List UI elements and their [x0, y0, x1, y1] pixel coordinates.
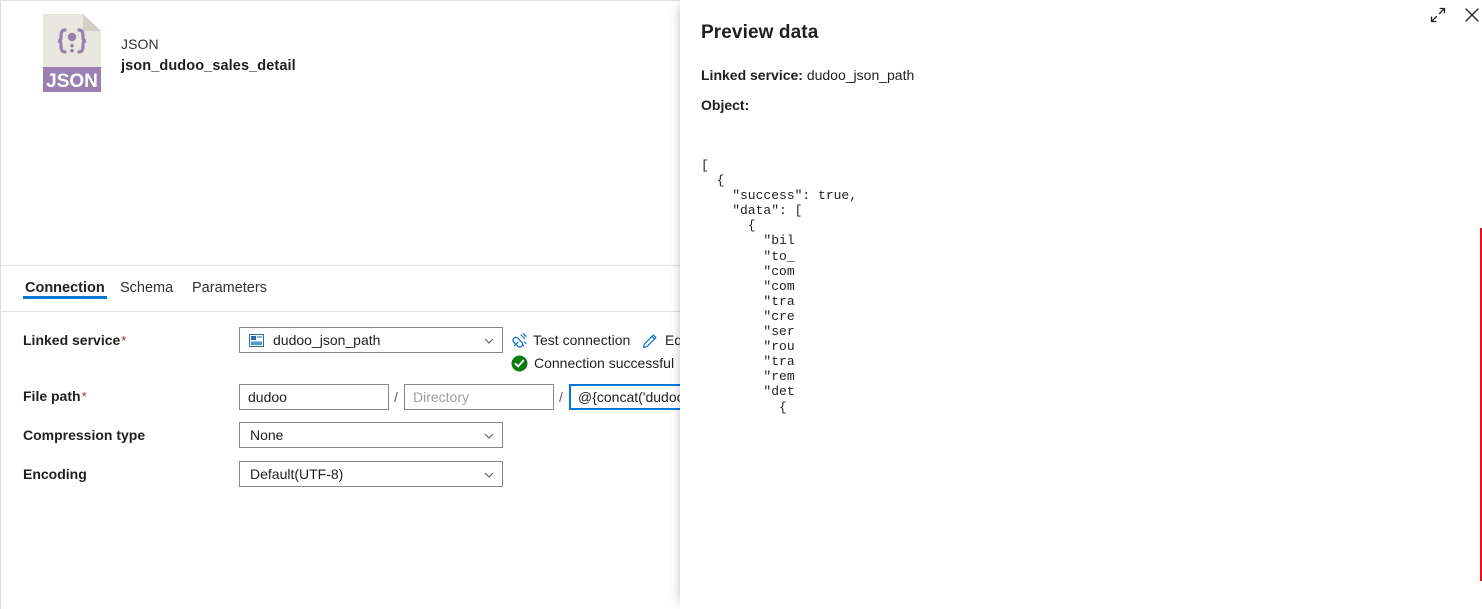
- tab-strip: Connection Schema Parameters: [1, 265, 680, 312]
- file-path-separator-2: /: [559, 389, 563, 405]
- test-connection-link[interactable]: Test connection: [533, 332, 630, 348]
- linked-service-label-text: Linked service: [23, 332, 121, 348]
- compression-type-dropdown[interactable]: None: [239, 422, 503, 448]
- file-path-container-input[interactable]: dudoo: [239, 384, 389, 410]
- file-path-label-text: File path: [23, 388, 81, 404]
- preview-object-row: Object:: [701, 97, 749, 113]
- expand-panel-button[interactable]: [1422, 0, 1454, 32]
- linked-service-value: dudoo_json_path: [273, 332, 381, 348]
- linked-service-label: Linked service*: [23, 332, 126, 348]
- connection-status-text: Connection successful: [534, 355, 675, 371]
- expand-diagonal-icon: [1430, 7, 1446, 23]
- file-path-directory-input[interactable]: Directory: [404, 384, 554, 410]
- file-path-required-marker: *: [81, 389, 87, 404]
- preview-data-panel: Preview data Linked service: dudoo_json_…: [680, 0, 1482, 609]
- dataset-header: JSON JSON json_dudoo_sales_detail: [1, 1, 680, 265]
- pencil-edit-icon: [642, 332, 659, 349]
- close-icon: [1465, 8, 1479, 22]
- dataset-name-title: json_dudoo_sales_detail: [121, 58, 296, 74]
- tab-parameters[interactable]: Parameters: [190, 266, 269, 312]
- encoding-label: Encoding: [23, 466, 87, 482]
- tab-schema[interactable]: Schema: [118, 266, 175, 312]
- page-title: Preview data: [701, 22, 819, 43]
- svg-text:JSON: JSON: [46, 71, 98, 92]
- json-preview-text: [ { "success": true, "data": [ { "bil "t…: [701, 158, 858, 415]
- preview-linked-service-row: Linked service: dudoo_json_path: [701, 67, 914, 83]
- linked-service-dropdown[interactable]: dudoo_json_path: [239, 327, 503, 353]
- green-check-circle-icon: [511, 355, 528, 372]
- plug-test-connection-icon: [511, 332, 528, 349]
- chevron-down-icon: [484, 470, 494, 480]
- file-path-label: File path*: [23, 388, 87, 404]
- compression-type-value: None: [250, 427, 284, 443]
- file-path-filename-input[interactable]: @{concat('dudoo_: [569, 384, 680, 410]
- linked-service-required-marker: *: [121, 333, 127, 348]
- chevron-down-icon: [484, 336, 494, 346]
- preview-linked-service-label: Linked service:: [701, 67, 803, 83]
- file-path-separator-1: /: [394, 389, 398, 405]
- linked-service-icon: [249, 334, 264, 347]
- preview-object-label: Object:: [701, 97, 750, 113]
- close-panel-button[interactable]: [1456, 0, 1482, 32]
- encoding-dropdown[interactable]: Default(UTF-8): [239, 461, 503, 487]
- preview-linked-service-value: dudoo_json_path: [806, 67, 915, 83]
- chevron-down-icon: [484, 431, 494, 441]
- compression-type-label: Compression type: [23, 427, 146, 443]
- tab-connection[interactable]: Connection: [23, 266, 107, 312]
- json-file-icon: JSON: [43, 14, 101, 92]
- edit-link[interactable]: Ed: [665, 332, 680, 348]
- encoding-value: Default(UTF-8): [250, 466, 344, 482]
- dataset-editor-pane: JSON JSON json_dudoo_sales_detail Connec…: [0, 0, 680, 609]
- dataset-type-label: JSON: [121, 36, 159, 52]
